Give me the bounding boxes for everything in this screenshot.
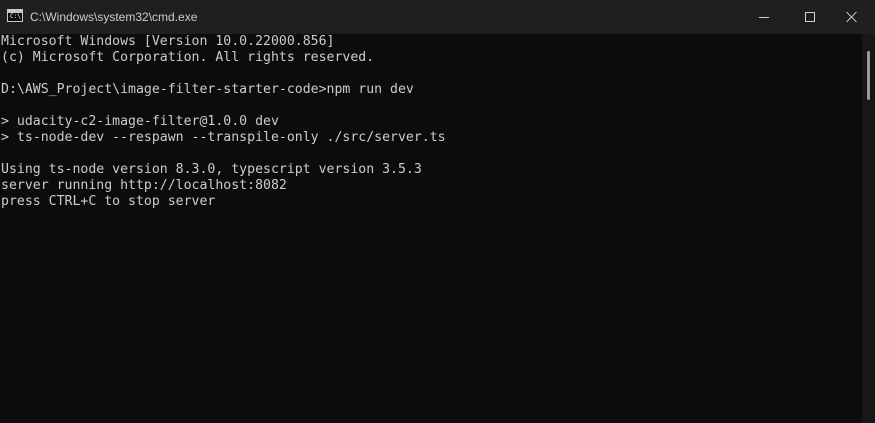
close-icon [846,11,858,23]
console-line: press CTRL+C to stop server [1,194,216,209]
cmd-icon-prompt: C:\ [10,13,21,20]
console-line: > ts-node-dev --respawn --transpile-only… [1,130,446,145]
maximize-button[interactable] [787,0,833,34]
console-line: server running http://localhost:8082 [1,178,287,193]
close-button[interactable] [829,0,875,34]
console-line: Using ts-node version 8.3.0, typescript … [1,162,422,177]
window-title: C:\Windows\system32\cmd.exe [30,10,198,24]
minimize-button[interactable] [741,0,787,34]
title-bar[interactable]: C:\ C:\Windows\system32\cmd.exe [0,0,875,34]
console-line: Microsoft Windows [Version 10.0.22000.85… [1,34,335,49]
vertical-scrollbar[interactable] [862,34,875,423]
cmd-icon[interactable]: C:\ [7,9,23,22]
console-window: C:\ C:\Windows\system32\cmd.exe Microsof… [0,0,875,423]
scrollbar-thumb[interactable] [867,51,870,100]
maximize-icon [805,12,815,22]
console-line: > udacity-c2-image-filter@1.0.0 dev [1,114,279,129]
console-line: (c) Microsoft Corporation. All rights re… [1,50,375,65]
minimize-icon [759,17,769,18]
console-line: D:\AWS_Project\image-filter-starter-code… [1,82,414,97]
console-output[interactable]: Microsoft Windows [Version 10.0.22000.85… [0,34,862,423]
